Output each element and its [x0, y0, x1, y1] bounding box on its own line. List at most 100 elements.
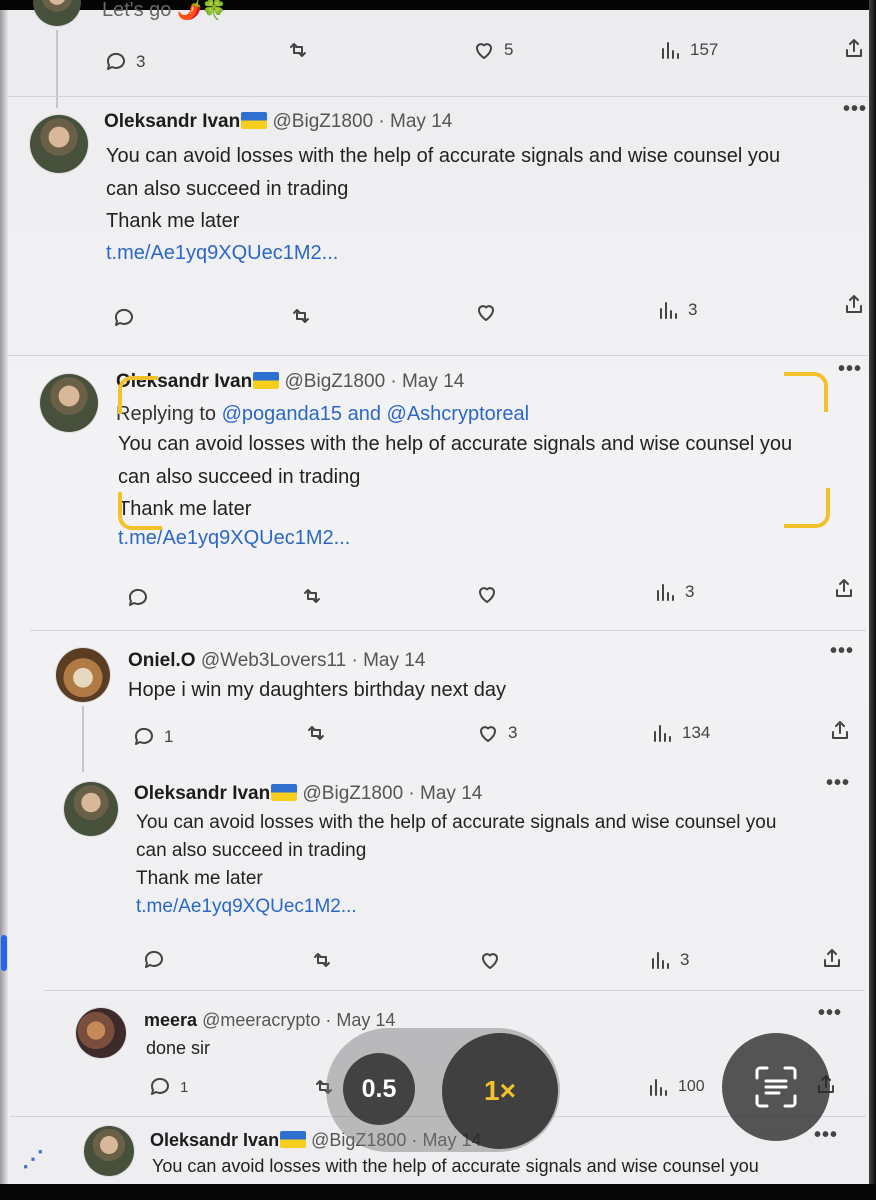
views-count: 3 [685, 582, 695, 601]
tweet-date[interactable]: May 14 [390, 111, 452, 132]
tweet-header: meera @meeracrypto · May 14 [144, 1010, 395, 1031]
views-icon [660, 302, 677, 319]
reply-button[interactable] [142, 948, 166, 972]
views-count: 100 [678, 1078, 705, 1095]
user-name[interactable]: Oniel.O [128, 650, 196, 671]
views-icon [652, 952, 669, 969]
more-icon[interactable]: ••• [838, 358, 862, 381]
user-name[interactable]: Oleksandr Ivan [104, 111, 240, 132]
tweet-text: You can avoid losses with the help of ac… [152, 1156, 759, 1176]
tweet-date[interactable]: May 14 [336, 1010, 395, 1030]
user-name[interactable]: meera [144, 1010, 197, 1030]
more-options-icon[interactable]: ⋰ [22, 1146, 44, 1172]
photo-of-screen: Let's go 🌶️🍀 3 5 157 Oleksandr Ivan @Big… [0, 0, 876, 1200]
tweet-link[interactable]: t.me/Ae1yq9XQUec1M2... [118, 524, 792, 552]
share-button[interactable] [832, 576, 856, 600]
divider [30, 630, 866, 631]
tweet-link[interactable]: t.me/Ae1yq9XQUec1M2... [136, 893, 776, 921]
avatar[interactable] [84, 1126, 134, 1176]
share-button[interactable] [842, 36, 866, 60]
more-icon[interactable]: ••• [830, 640, 854, 663]
user-name[interactable]: Oleksandr Ivan [150, 1130, 279, 1150]
avatar[interactable] [30, 115, 88, 173]
tweet-text: done sir [146, 1038, 211, 1058]
reply-button[interactable] [112, 306, 136, 330]
reply-icon [106, 52, 125, 70]
share-button[interactable] [820, 946, 844, 970]
reply-button[interactable]: 1 [132, 725, 173, 749]
views-count: 3 [680, 950, 690, 969]
views-button[interactable]: 134 [650, 721, 710, 745]
tweet-line: Thank me later [136, 868, 263, 889]
retweet-icon [290, 43, 306, 57]
like-button[interactable]: 3 [476, 721, 517, 745]
more-icon[interactable]: ••• [814, 1124, 838, 1147]
edge-indicator [1, 935, 7, 971]
user-name[interactable]: Oleksandr Ivan [134, 783, 270, 804]
tweet-text: Let's go 🌶️🍀 [102, 0, 227, 21]
tweet-text: You can avoid losses with the help of ac… [118, 428, 792, 552]
user-handle[interactable]: @BigZ1800 [285, 371, 386, 392]
reply-count: 1 [180, 1078, 189, 1096]
ukraine-flag-icon [280, 1131, 307, 1148]
separator-dot: · [390, 371, 397, 392]
views-button[interactable]: 3 [656, 298, 697, 322]
user-handle[interactable]: @BigZ1800 [303, 783, 404, 804]
like-icon [478, 305, 494, 321]
reply-button[interactable] [126, 586, 150, 610]
avatar[interactable] [40, 374, 98, 432]
share-icon [832, 721, 848, 739]
like-button[interactable] [474, 300, 498, 324]
more-icon[interactable]: ••• [818, 1002, 842, 1025]
avatar[interactable] [64, 782, 118, 836]
user-handle[interactable]: @Web3Lovers11 [201, 650, 346, 671]
tweet-date[interactable]: May 14 [420, 783, 482, 804]
user-handle[interactable]: @meeracrypto [202, 1010, 320, 1030]
reply-icon [144, 950, 163, 968]
views-button[interactable]: 100 [646, 1075, 705, 1099]
views-button[interactable]: 3 [653, 580, 694, 604]
avatar[interactable] [33, 0, 81, 26]
tweet-date[interactable]: May 14 [363, 650, 425, 671]
tweet-line: You can avoid losses with the help of ac… [118, 433, 793, 455]
more-icon[interactable]: ••• [826, 772, 850, 795]
reply-button[interactable]: 1 [148, 1075, 188, 1099]
like-button[interactable] [478, 948, 502, 972]
like-icon [476, 43, 492, 59]
more-icon[interactable]: ••• [843, 98, 867, 121]
retweet-button[interactable] [300, 584, 324, 608]
scan-text-button[interactable] [722, 1033, 830, 1141]
tweet-header: Oleksandr Ivan @BigZ1800 · May 14 [104, 111, 452, 133]
tweet-date[interactable]: May 14 [402, 371, 464, 392]
reply-button[interactable]: 3 [104, 50, 145, 74]
like-button[interactable] [475, 582, 499, 606]
replying-to-mentions[interactable]: @poganda15 and @Ashcryptoreal [222, 403, 529, 425]
like-button[interactable]: 5 [472, 38, 513, 62]
user-handle[interactable]: @BigZ1800 [273, 111, 374, 132]
camera-bottom-bar [0, 1184, 876, 1200]
retweet-button[interactable] [289, 304, 313, 328]
reply-icon [150, 1077, 169, 1095]
separator-dot: · [408, 783, 415, 804]
retweet-icon [304, 589, 320, 603]
avatar[interactable] [76, 1008, 126, 1058]
retweet-button[interactable] [310, 948, 334, 972]
separator-dot: · [378, 111, 385, 132]
scan-text-icon [755, 1066, 797, 1108]
share-button[interactable] [828, 718, 852, 742]
views-icon [657, 584, 674, 601]
focus-bracket [784, 372, 828, 412]
tweet-line: can also succeed in trading [136, 840, 367, 861]
views-icon [654, 725, 671, 742]
share-button[interactable] [842, 292, 866, 316]
views-button[interactable]: 157 [658, 38, 718, 62]
views-count: 134 [682, 723, 711, 742]
zoom-0-5-button[interactable]: 0.5 [343, 1053, 415, 1125]
retweet-button[interactable] [304, 721, 328, 745]
views-button[interactable]: 3 [648, 948, 689, 972]
retweet-button[interactable] [286, 38, 310, 62]
like-icon [479, 587, 495, 603]
avatar[interactable] [56, 648, 110, 702]
zoom-1x-button[interactable]: 1× [442, 1033, 558, 1149]
tweet-link[interactable]: t.me/Ae1yq9XQUec1M2... [106, 236, 780, 270]
